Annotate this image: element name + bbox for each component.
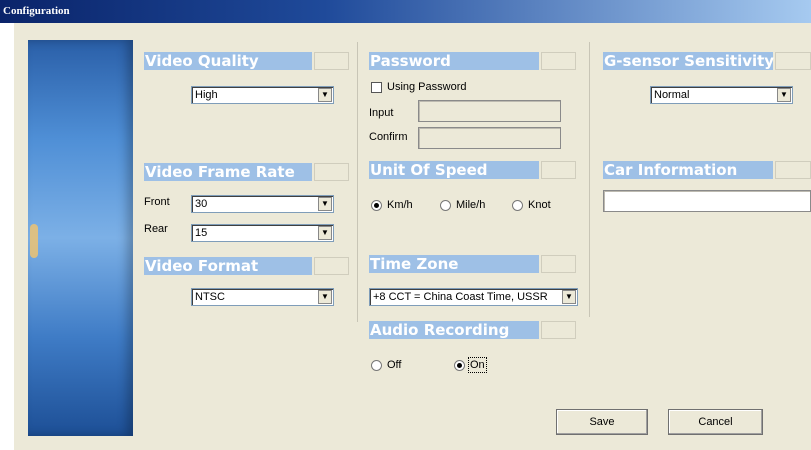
audio-recording-header: Audio Recording <box>369 321 576 339</box>
speed-mileh-radio[interactable] <box>440 200 451 211</box>
video-quality-value: High <box>195 89 218 101</box>
chevron-down-icon[interactable]: ▼ <box>318 290 332 304</box>
car-information-header: Car Information <box>603 161 811 179</box>
video-format-select[interactable]: NTSC ▼ <box>191 288 334 306</box>
g-sensor-value: Normal <box>654 89 690 101</box>
password-input[interactable] <box>418 100 561 122</box>
time-zone-header: Time Zone <box>369 255 576 273</box>
speed-kmh-label: Km/h <box>387 199 413 211</box>
video-quality-header: Video Quality <box>144 52 349 70</box>
chevron-down-icon[interactable]: ▼ <box>318 226 332 240</box>
column-separator <box>589 42 590 317</box>
speed-mileh-label: Mile/h <box>456 199 486 211</box>
password-input-label: Input <box>369 107 394 119</box>
side-image-highlight <box>30 224 38 258</box>
video-frame-rate-header: Video Frame Rate <box>144 163 349 181</box>
front-frame-rate-select[interactable]: 30 ▼ <box>191 195 334 213</box>
time-zone-select[interactable]: +8 CCT = China Coast Time, USSR ▼ <box>369 288 578 306</box>
rear-frame-rate-select[interactable]: 15 ▼ <box>191 224 334 242</box>
audio-off-radio[interactable] <box>371 360 382 371</box>
column-separator <box>357 42 358 322</box>
unit-of-speed-header: Unit Of Speed <box>369 161 576 179</box>
time-zone-value: +8 CCT = China Coast Time, USSR <box>373 291 548 303</box>
chevron-down-icon[interactable]: ▼ <box>318 197 332 211</box>
car-information-input[interactable] <box>603 190 811 212</box>
video-format-value: NTSC <box>195 291 225 303</box>
save-button[interactable]: Save <box>556 409 648 435</box>
window-title: Configuration <box>3 5 70 17</box>
speed-knot-radio[interactable] <box>512 200 523 211</box>
audio-on-radio[interactable] <box>454 360 465 371</box>
audio-off-label: Off <box>387 359 402 371</box>
speed-knot-label: Knot <box>528 199 551 211</box>
rear-frame-rate-value: 15 <box>195 227 208 239</box>
title-bar: Configuration <box>0 0 811 23</box>
chevron-down-icon[interactable]: ▼ <box>562 290 576 304</box>
using-password-label: Using Password <box>387 81 467 93</box>
chevron-down-icon[interactable]: ▼ <box>777 88 791 102</box>
chevron-down-icon[interactable]: ▼ <box>318 88 332 102</box>
video-format-header: Video Format <box>144 257 349 275</box>
g-sensor-header: G-sensor Sensitivity <box>603 52 811 70</box>
front-label: Front <box>144 196 170 208</box>
front-frame-rate-value: 30 <box>195 198 208 210</box>
side-image <box>28 40 133 436</box>
speed-kmh-radio[interactable] <box>371 200 382 211</box>
audio-on-label: On <box>468 357 487 373</box>
password-confirm-label: Confirm <box>369 131 408 143</box>
cancel-button[interactable]: Cancel <box>668 409 763 435</box>
using-password-checkbox[interactable] <box>371 82 382 93</box>
video-quality-select[interactable]: High ▼ <box>191 86 334 104</box>
rear-label: Rear <box>144 223 168 235</box>
password-confirm-input[interactable] <box>418 127 561 149</box>
password-header: Password <box>369 52 576 70</box>
g-sensor-select[interactable]: Normal ▼ <box>650 86 793 104</box>
